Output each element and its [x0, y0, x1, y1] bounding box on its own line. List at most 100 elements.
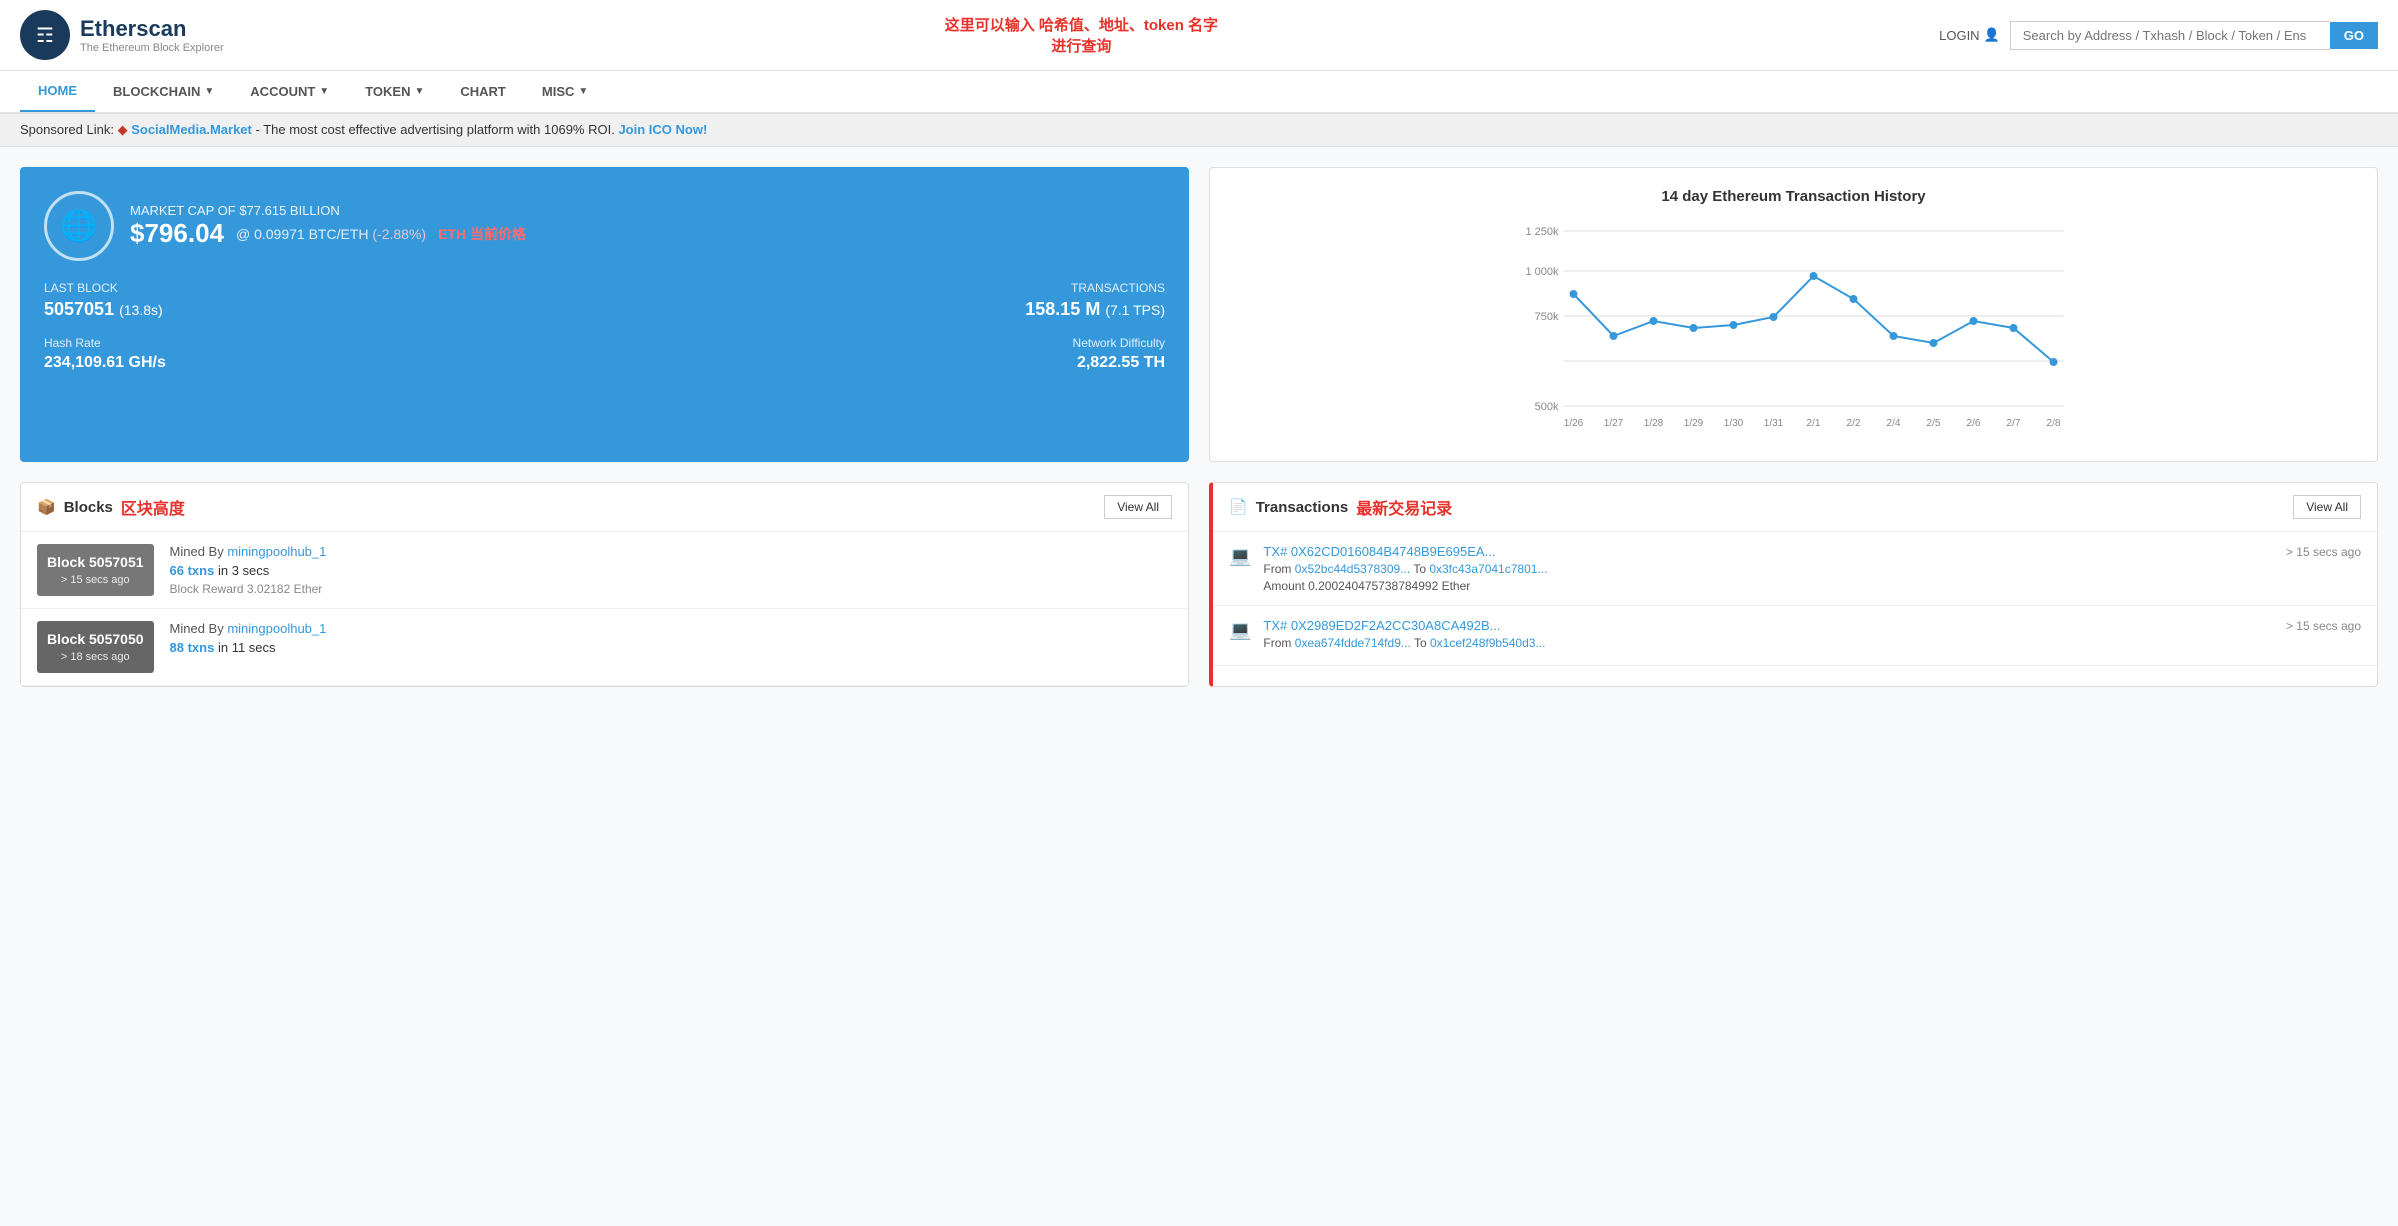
tx-hash-row: TX# 0X2989ED2F2A2CC30A8CA492B... > 15 se… [1263, 618, 2361, 633]
svg-text:1/28: 1/28 [1644, 418, 1664, 429]
market-cap-label: MARKET CAP OF $77.615 BILLION [130, 203, 1165, 218]
nav-inner: HOME BLOCKCHAIN ▼ ACCOUNT ▼ TOKEN ▼ CHAR… [20, 71, 2378, 112]
block-reward: Block Reward 3.02182 Ether [170, 582, 1172, 596]
tx-to-link[interactable]: 0x1cef248f9b540d3... [1430, 636, 1545, 650]
svg-text:2/1: 2/1 [1807, 418, 1821, 429]
difficulty-label: Network Difficulty [613, 336, 1166, 350]
nav-account[interactable]: ACCOUNT ▼ [232, 72, 347, 111]
block-time: > 15 secs ago [61, 574, 130, 586]
last-block-value: 5057051 (13.8s) [44, 299, 597, 320]
block-item: Block 5057051 > 15 secs ago Mined By min… [21, 532, 1188, 609]
header: ☶ Etherscan The Ethereum Block Explorer … [0, 0, 2398, 71]
brand-icon: ◆ [118, 122, 128, 137]
sponsored-description: - The most cost effective advertising pl… [255, 122, 614, 137]
chevron-down-icon: ▼ [414, 86, 424, 97]
txns-count: 88 txns [170, 640, 215, 655]
eth-price: $796.04 [130, 218, 224, 249]
transactions-panel-header: 📄 Transactions 最新交易记录 View All [1213, 483, 2377, 532]
block-mined-by: Mined By miningpoolhub_1 [170, 544, 1172, 559]
svg-text:1 000k: 1 000k [1525, 266, 1559, 278]
join-ico-link[interactable]: Join ICO Now! [618, 122, 707, 137]
svg-text:1/26: 1/26 [1564, 418, 1584, 429]
transactions-stat: TRANSACTIONS 158.15 M (7.1 TPS) [613, 281, 1166, 320]
block-txns: 88 txns in 11 secs [170, 640, 1172, 655]
block-txns: 66 txns in 3 secs [170, 563, 1172, 578]
txns-count: 66 txns [170, 563, 215, 578]
transactions-value: 158.15 M (7.1 TPS) [613, 299, 1166, 320]
nav-misc[interactable]: MISC ▼ [524, 72, 606, 111]
content-grid: 🌐 MARKET CAP OF $77.615 BILLION $796.04 … [20, 167, 2378, 462]
block-number: Block 5057050 [47, 631, 144, 647]
tx-amount: Amount 0.200240475738784992 Ether [1263, 579, 2361, 593]
nav-blockchain[interactable]: BLOCKCHAIN ▼ [95, 72, 232, 111]
tx-info: TX# 0X2989ED2F2A2CC30A8CA492B... > 15 se… [1263, 618, 2361, 653]
chart-title: 14 day Ethereum Transaction History [1230, 188, 2357, 205]
tx-icon: 💻 [1229, 620, 1251, 641]
hash-rate-stat: Hash Rate 234,109.61 GH/s [44, 336, 597, 372]
nav: HOME BLOCKCHAIN ▼ ACCOUNT ▼ TOKEN ▼ CHAR… [0, 71, 2398, 114]
chart-card: 14 day Ethereum Transaction History 1 25… [1209, 167, 2378, 462]
block-item: Block 5057050 > 18 secs ago Mined By min… [21, 609, 1188, 686]
tx-hash-link[interactable]: TX# 0X62CD016084B4748B9E695EA... [1263, 544, 1495, 559]
nav-chart[interactable]: CHART [442, 72, 524, 111]
tx-from-to: From 0xea674fdde714fd9... To 0x1cef248f9… [1263, 636, 2361, 650]
blocks-panel-header: 📦 Blocks 区块高度 View All [21, 483, 1188, 532]
svg-text:2/8: 2/8 [2047, 418, 2061, 429]
logo-icon: ☶ [20, 10, 70, 60]
nav-home[interactable]: HOME [20, 71, 95, 112]
tx-item: 💻 TX# 0X2989ED2F2A2CC30A8CA492B... > 15 … [1213, 606, 2377, 666]
btc-price: @ 0.09971 BTC/ETH (-2.88%) [236, 226, 426, 242]
miner-link[interactable]: miningpoolhub_1 [227, 544, 326, 559]
sponsored-brand[interactable]: SocialMedia.Market [131, 122, 252, 137]
bottom-grid: 📦 Blocks 区块高度 View All Block 5057051 > 1… [20, 482, 2378, 687]
transactions-label: TRANSACTIONS [613, 281, 1166, 295]
tx-time: > 15 secs ago [2286, 619, 2361, 633]
blocks-annotation: 区块高度 [121, 495, 185, 519]
transactions-annotation: 最新交易记录 [1356, 495, 1452, 519]
blocks-panel: 📦 Blocks 区块高度 View All Block 5057051 > 1… [20, 482, 1189, 687]
svg-text:1 250k: 1 250k [1525, 226, 1559, 238]
svg-text:2/2: 2/2 [1847, 418, 1861, 429]
svg-text:2/4: 2/4 [1887, 418, 1901, 429]
tx-from-link[interactable]: 0x52bc44d5378309... [1295, 562, 1410, 576]
block-badge: Block 5057050 > 18 secs ago [37, 621, 154, 673]
blocks-view-all-button[interactable]: View All [1104, 495, 1172, 519]
svg-text:1/31: 1/31 [1764, 418, 1784, 429]
nav-token[interactable]: TOKEN ▼ [347, 72, 442, 111]
tx-icon: 💻 [1229, 546, 1251, 567]
svg-text:2/6: 2/6 [1967, 418, 1981, 429]
tx-hash-link[interactable]: TX# 0X2989ED2F2A2CC30A8CA492B... [1263, 618, 1500, 633]
blocks-title: 📦 Blocks 区块高度 [37, 495, 185, 519]
header-right: LOGIN 👤 GO [1939, 21, 2378, 50]
tx-from-to: From 0x52bc44d5378309... To 0x3fc43a7041… [1263, 562, 2361, 576]
tx-to-link[interactable]: 0x3fc43a7041c7801... [1429, 562, 1547, 576]
miner-link[interactable]: miningpoolhub_1 [227, 621, 326, 636]
logo-text: Etherscan The Ethereum Block Explorer [80, 16, 224, 54]
logo-subtitle: The Ethereum Block Explorer [80, 42, 224, 54]
search-button[interactable]: GO [2330, 22, 2378, 49]
sponsored-bar: Sponsored Link: ◆ SocialMedia.Market - T… [0, 114, 2398, 147]
logo-area: ☶ Etherscan The Ethereum Block Explorer [20, 10, 224, 60]
block-info: Mined By miningpoolhub_1 88 txns in 11 s… [170, 621, 1172, 673]
tx-from-link[interactable]: 0xea674fdde714fd9... [1295, 636, 1411, 650]
block-number: Block 5057051 [47, 554, 144, 570]
tx-item: 💻 TX# 0X62CD016084B4748B9E695EA... > 15 … [1213, 532, 2377, 606]
blocks-icon: 📦 [37, 498, 56, 516]
search-bar: GO [2010, 21, 2378, 50]
transactions-sub: (7.1 TPS) [1105, 302, 1165, 318]
chart-area: 1 250k 1 000k 750k 500k [1230, 221, 2357, 441]
last-block-label: LAST BLOCK [44, 281, 597, 295]
svg-text:1/30: 1/30 [1724, 418, 1744, 429]
logo-name: Etherscan [80, 16, 224, 42]
txns-time: in 11 secs [218, 640, 276, 655]
block-mined-by: Mined By miningpoolhub_1 [170, 621, 1172, 636]
search-input[interactable] [2010, 21, 2330, 50]
transactions-view-all-button[interactable]: View All [2293, 495, 2361, 519]
hash-rate-label: Hash Rate [44, 336, 597, 350]
svg-text:2/5: 2/5 [1927, 418, 1941, 429]
person-icon: 👤 [1984, 27, 2000, 43]
stats-price-area: MARKET CAP OF $77.615 BILLION $796.04 @ … [130, 203, 1165, 249]
login-label: LOGIN [1939, 28, 1979, 43]
login-button[interactable]: LOGIN 👤 [1939, 27, 2000, 43]
svg-text:1/29: 1/29 [1684, 418, 1704, 429]
